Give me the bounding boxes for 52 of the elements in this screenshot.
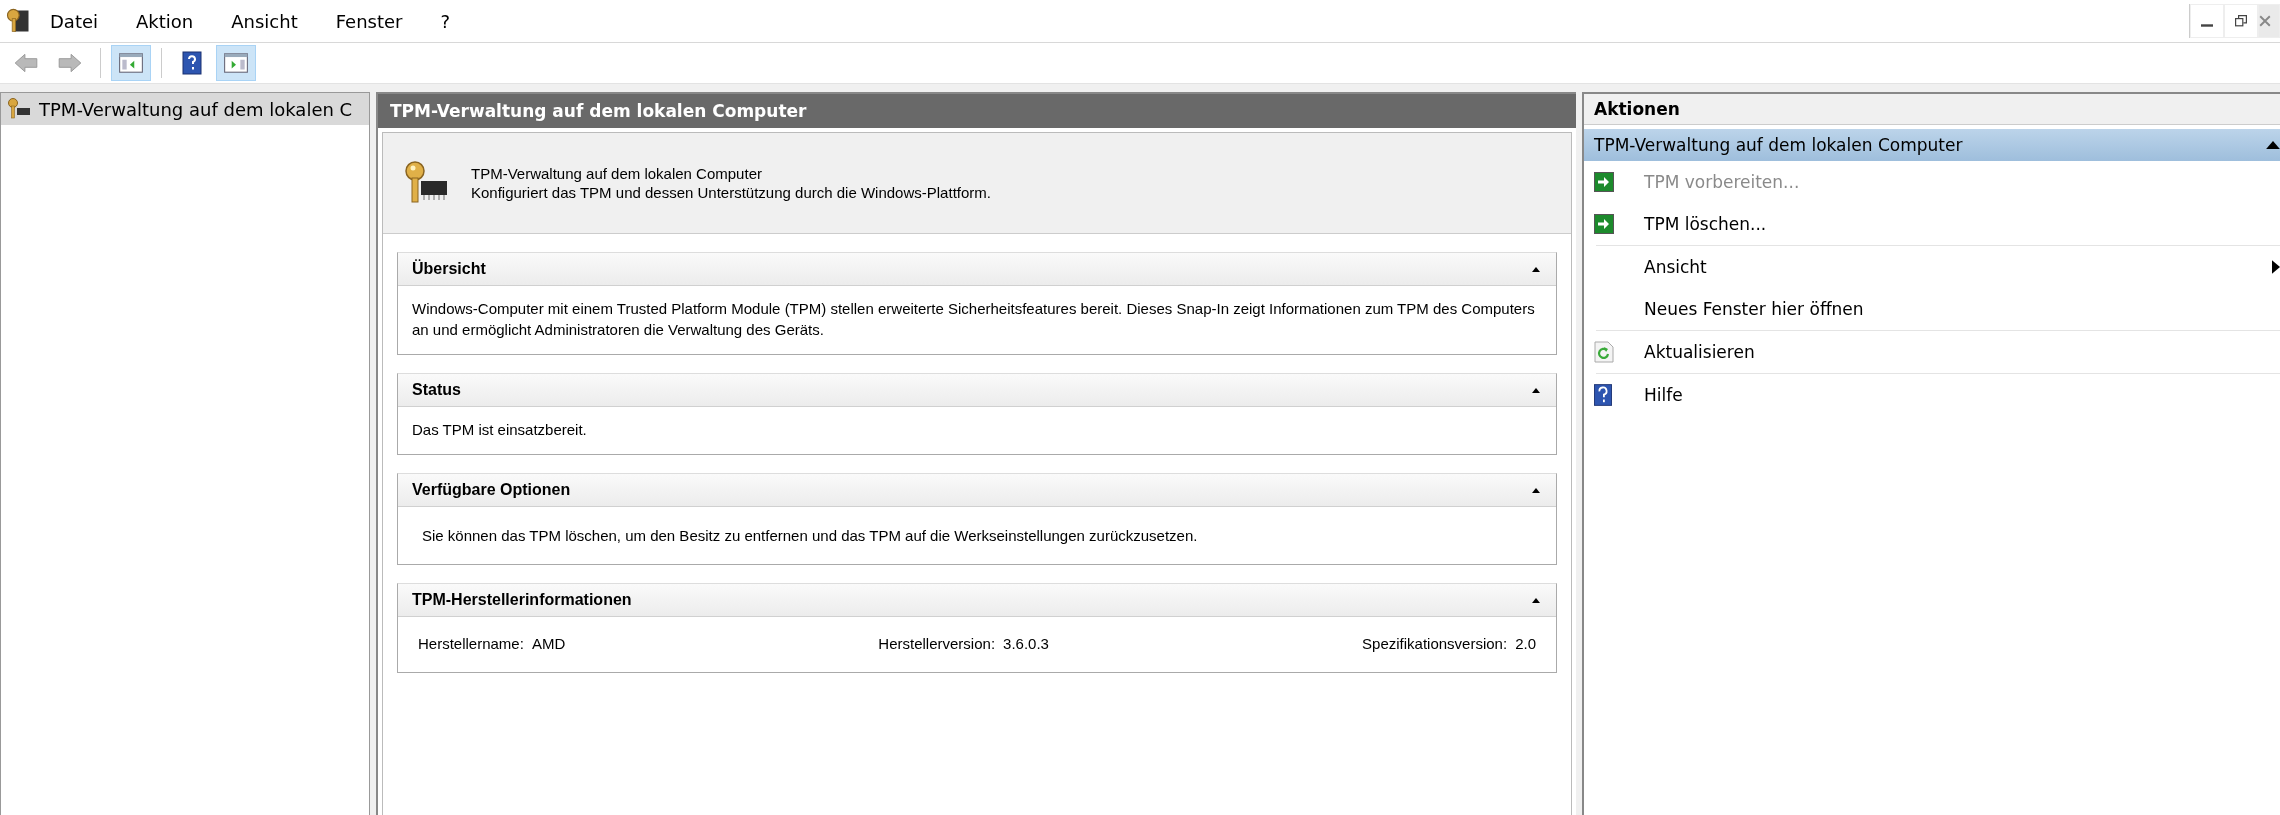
restore-icon [2235,15,2247,27]
intro-title: TPM-Verwaltung auf dem lokalen Computer [471,165,763,182]
intro-description: Konfiguriert das TPM und dessen Unterstützung durch die Windows-Plattform. [471,184,991,201]
collapse-caret-icon[interactable] [1532,487,1540,493]
tree-item[interactable]: TPM-Verwaltung auf dem lokalen C [1,93,369,125]
section-text: Windows-Computer mit einem Trusted Platform Module (TPM) stellen erweiterte Sicherheitsfeatures bereit. Dieses Snap-In zeigt Informationen zum TPM des Computers an und ermöglicht Administratoren die Verwaltung des Geräts. [412,300,1535,338]
restore-button[interactable] [2224,4,2258,38]
field-value: 3.6.0.3 [1003,634,1049,654]
field-value: AMD [531,634,566,654]
section-title: TPM-Herstellerinformationen [412,591,632,609]
collapse-caret-icon[interactable] [1532,266,1540,272]
section-header[interactable]: TPM-Herstellerinformationen [398,584,1556,617]
section-header[interactable]: Verfügbare Optionen [398,474,1556,507]
section-text: Das TPM ist einsatzbereit. [412,421,587,438]
menu-item[interactable]: Fenster [331,8,407,34]
submenu-arrow-icon [2272,260,2280,274]
show-tree-button[interactable] [111,45,151,81]
section-header[interactable]: Übersicht [398,253,1556,286]
field-value: 2.0 [1515,634,1536,654]
minimize-button[interactable] [2190,4,2224,38]
section-title: Verfügbare Optionen [412,481,571,499]
menu-item[interactable]: Ansicht [227,8,302,34]
close-icon [2259,15,2271,27]
action-item[interactable]: Ansicht [1584,246,2280,288]
key-chip-icon [7,97,31,121]
section-title: Status [412,381,461,399]
collapse-caret-icon[interactable] [1532,597,1540,603]
collapse-caret-icon[interactable] [2266,141,2280,149]
help-icon [180,50,204,76]
section-header[interactable]: Status [398,374,1556,407]
left-pane-window-icon [118,50,144,76]
pane-title: TPM-Verwaltung auf dem lokalen Computer [378,92,1576,128]
menu-item[interactable]: Aktion [132,8,198,34]
collapse-caret-icon[interactable] [1532,387,1540,393]
refresh-icon [1594,341,1614,363]
action-item[interactable]: Hilfe [1584,374,2280,416]
menu-item[interactable]: ? [436,8,455,34]
section-text: Sie können das TPM löschen, um den Besitz zu entfernen und das TPM auf die Werkseinstellungen zurückzusetzen. [422,527,1198,544]
show-action-pane-button[interactable] [216,45,256,81]
action-item[interactable]: Aktualisieren [1584,331,2280,373]
field-label: Herstellername: [418,634,524,654]
action-item[interactable]: TPM löschen... [1584,203,2280,245]
field-label: Spezifikationsversion: [1362,634,1508,654]
menu-item[interactable]: Datei [46,8,103,34]
minimize-icon [2201,23,2213,27]
actions-pane-title: Aktionen [1584,92,2280,125]
action-group-header[interactable]: TPM-Verwaltung auf dem lokalen Computer [1584,129,2280,161]
help-icon [1594,384,1612,406]
field-label: Herstellerversion: [878,634,996,654]
right-pane-window-icon [223,50,249,76]
section-title: Übersicht [412,260,486,278]
action-item[interactable]: Neues Fenster hier öffnen [1584,288,2280,330]
